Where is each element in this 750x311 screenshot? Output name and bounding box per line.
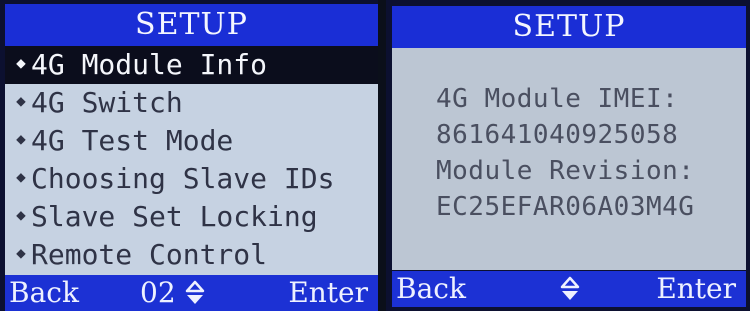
up-down-arrow-icon[interactable] <box>560 276 580 302</box>
menu-item-4g-module-info[interactable]: ◆ 4G Module Info <box>5 46 378 84</box>
menu-item-label: Choosing Slave IDs <box>31 162 335 195</box>
revision-value: EC25EFAR06A03M4G <box>436 192 695 222</box>
bullet-icon: ◆ <box>16 205 26 224</box>
revision-label: Module Revision: <box>436 156 695 186</box>
page-number: 02 <box>140 276 176 309</box>
softkey-bar: Back Enter <box>392 271 746 307</box>
module-info-screen: SETUP 4G Module IMEI: 861641040925058 Mo… <box>386 0 750 311</box>
menu-item-label: Remote Control <box>31 238 268 271</box>
menu-item-remote-control[interactable]: ◆ Remote Control <box>5 236 378 274</box>
imei-label: 4G Module IMEI: <box>436 84 679 114</box>
menu-item-slave-set-locking[interactable]: ◆ Slave Set Locking <box>5 198 378 236</box>
menu-item-label: Slave Set Locking <box>31 200 318 233</box>
bullet-icon: ◆ <box>16 53 26 72</box>
imei-value: 861641040925058 <box>436 120 679 150</box>
setup-menu-screen: SETUP ◆ 4G Module Info ◆ 4G Switch ◆ 4G Tes… <box>0 0 378 311</box>
menu-item-4g-test-mode[interactable]: ◆ 4G Test Mode <box>5 122 378 160</box>
enter-button[interactable]: Enter <box>288 275 368 311</box>
menu-item-label: 4G Module Info <box>31 48 268 81</box>
menu-item-choosing-slave-ids[interactable]: ◆ Choosing Slave IDs <box>5 160 378 198</box>
menu-list: ◆ 4G Module Info ◆ 4G Switch ◆ 4G Test Mode… <box>5 46 378 275</box>
back-button[interactable]: Back <box>396 271 466 307</box>
menu-item-label: 4G Test Mode <box>31 124 234 157</box>
screen-title: SETUP <box>392 6 746 48</box>
bullet-icon: ◆ <box>16 91 26 110</box>
menu-item-4g-switch[interactable]: ◆ 4G Switch <box>5 84 378 122</box>
bullet-icon: ◆ <box>16 129 26 148</box>
screen-title: SETUP <box>5 4 378 46</box>
menu-item-label: 4G Switch <box>31 86 183 119</box>
scroll-indicator <box>560 271 580 307</box>
page-indicator: 02 <box>140 275 205 311</box>
bullet-icon: ◆ <box>16 243 26 262</box>
up-down-arrow-icon[interactable] <box>185 280 205 306</box>
enter-button[interactable]: Enter <box>656 271 736 307</box>
module-info-panel: 4G Module IMEI: 861641040925058 Module R… <box>392 48 746 270</box>
softkey-bar: Back 02 Enter <box>5 275 378 311</box>
back-button[interactable]: Back <box>9 275 79 311</box>
bullet-icon: ◆ <box>16 167 26 186</box>
